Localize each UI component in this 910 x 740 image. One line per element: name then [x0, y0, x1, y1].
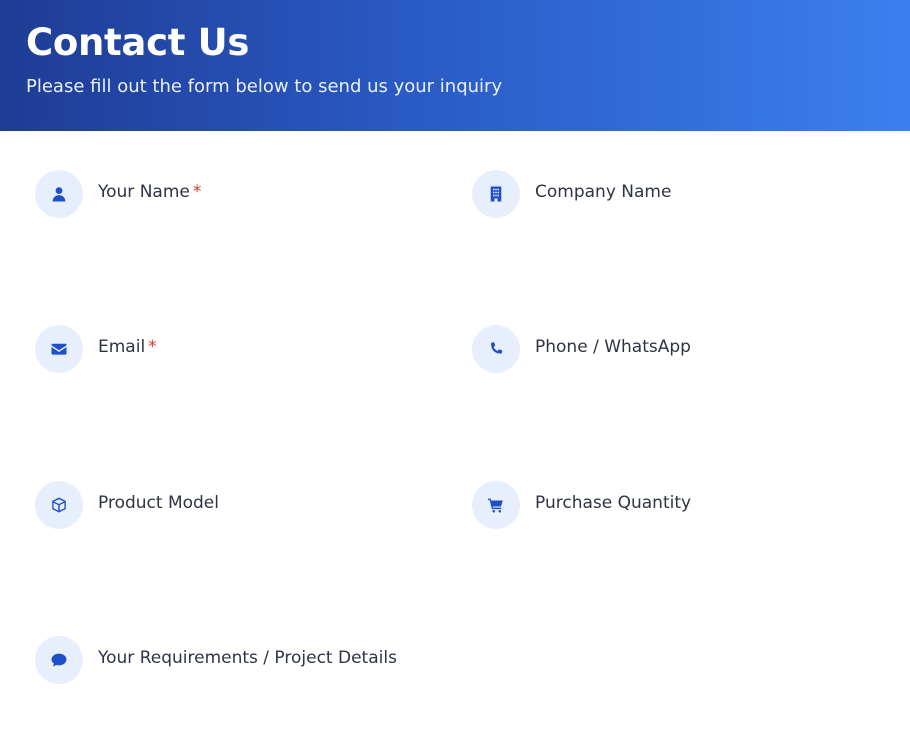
field-email[interactable]: Email * — [35, 325, 435, 375]
field-requirements[interactable]: Your Requirements / Project Details — [35, 636, 435, 686]
field-your-name[interactable]: Your Name * — [35, 170, 435, 220]
page-title: Contact Us — [26, 21, 250, 64]
envelope-icon — [35, 325, 83, 373]
field-product-model[interactable]: Product Model — [35, 481, 435, 531]
field-label-phone-whatsapp[interactable]: Phone / WhatsApp — [535, 337, 691, 357]
field-label-email[interactable]: Email * — [98, 337, 157, 357]
field-phone-whatsapp[interactable]: Phone / WhatsApp — [472, 325, 872, 375]
cart-icon — [472, 481, 520, 529]
user-icon — [35, 170, 83, 218]
field-purchase-quantity[interactable]: Purchase Quantity — [472, 481, 872, 531]
page-header: Contact Us Please fill out the form belo… — [0, 0, 910, 131]
required-marker: * — [192, 182, 202, 202]
phone-icon — [472, 325, 520, 373]
field-company-name[interactable]: Company Name — [472, 170, 872, 220]
comment-icon — [35, 636, 83, 684]
building-icon — [472, 170, 520, 218]
field-label-purchase-quantity[interactable]: Purchase Quantity — [535, 493, 691, 513]
page-subtitle: Please fill out the form below to send u… — [26, 76, 503, 97]
field-label-your-name[interactable]: Your Name * — [98, 182, 201, 202]
required-marker: * — [148, 337, 157, 357]
field-label-requirements[interactable]: Your Requirements / Project Details — [98, 648, 397, 668]
field-label-product-model[interactable]: Product Model — [98, 493, 219, 513]
box-icon — [35, 481, 83, 529]
field-label-company-name[interactable]: Company Name — [535, 182, 671, 202]
